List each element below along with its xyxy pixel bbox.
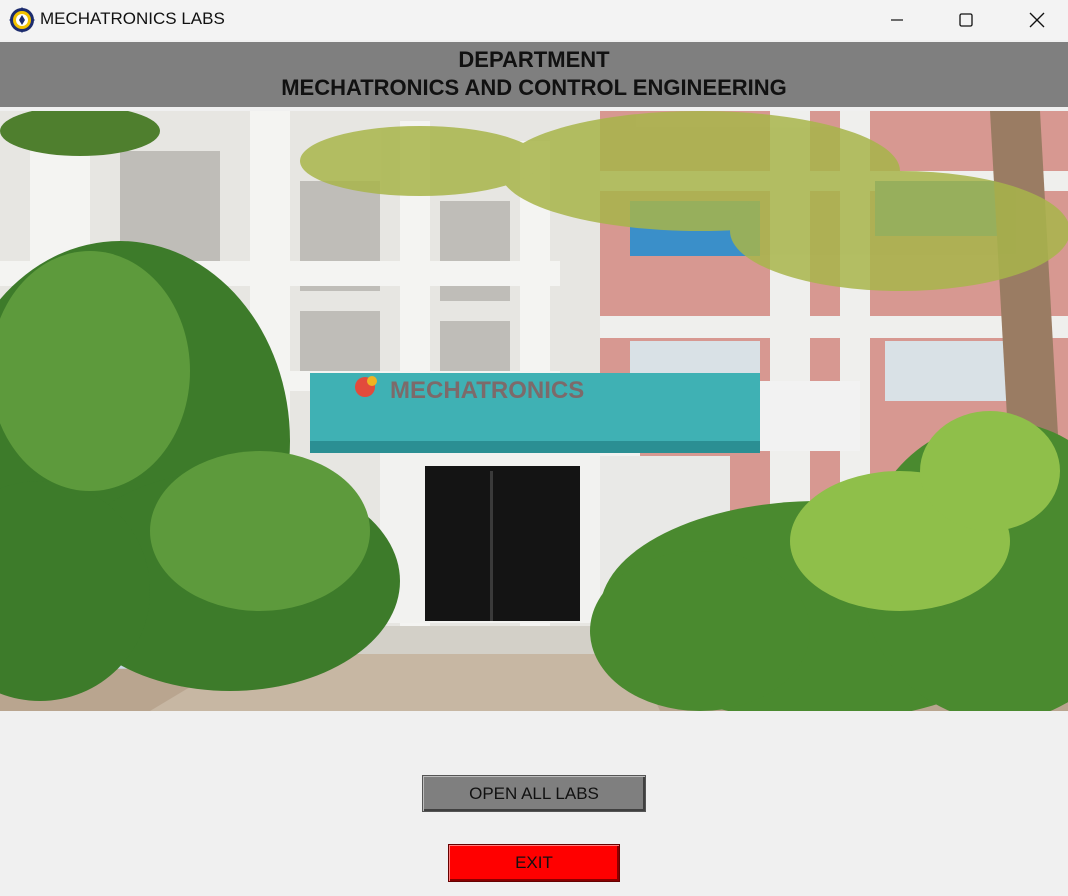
building-sign-text: MECHATRONICS: [390, 377, 584, 404]
exit-button[interactable]: EXIT: [448, 844, 620, 882]
header-line-1: DEPARTMENT: [458, 47, 610, 72]
header-line-2: MECHATRONICS AND CONTROL ENGINEERING: [281, 75, 787, 100]
close-icon: [1029, 12, 1045, 28]
department-building-photo: MECHATRONICS: [0, 111, 1068, 711]
open-all-labs-button[interactable]: OPEN ALL LABS: [422, 775, 646, 812]
window-title: MECHATRONICS LABS: [40, 9, 225, 28]
title-bar: MECHATRONICS LABS: [0, 0, 1068, 40]
close-button[interactable]: [1002, 0, 1068, 40]
university-seal-icon: [9, 7, 35, 33]
maximize-button[interactable]: [931, 0, 1001, 40]
department-header: DEPARTMENT MECHATRONICS AND CONTROL ENGI…: [0, 42, 1068, 107]
maximize-icon: [959, 13, 973, 27]
minimize-button[interactable]: [862, 0, 932, 40]
minimize-icon: [891, 19, 903, 21]
